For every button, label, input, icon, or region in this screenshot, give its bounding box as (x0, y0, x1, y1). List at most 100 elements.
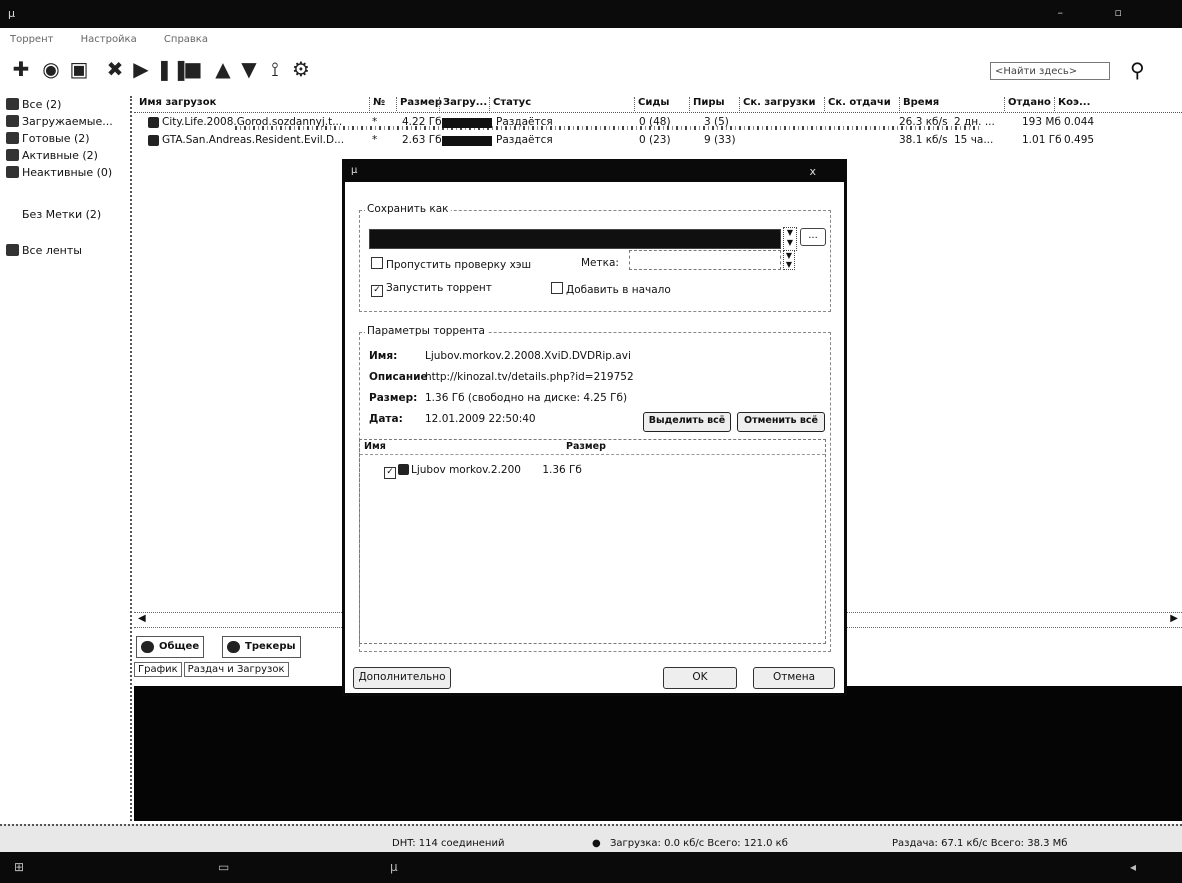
deselect-all-button[interactable]: Отменить всё (737, 412, 825, 432)
window-titlebar: µ – ▫ (0, 0, 1182, 28)
col-up-speed[interactable]: Ск. отдачи (824, 97, 891, 111)
stop-icon[interactable]: ■ (182, 58, 204, 80)
browse-button[interactable]: ... (800, 228, 826, 246)
torrent-name-info: Имя: Ljubov.morkov.2.2008.XviD.DVDRip.avi (369, 350, 631, 362)
up-icon[interactable]: ▲ (212, 58, 234, 80)
torrent-seeds: 0 (48) (639, 116, 671, 128)
download-icon (6, 115, 19, 127)
col-peers[interactable]: Пиры (689, 97, 725, 111)
tray-icon[interactable]: ◂ (1130, 860, 1136, 874)
remove-icon[interactable]: ✖ (104, 58, 126, 80)
subtab-transfers[interactable]: Раздач и Загрузок (183, 662, 289, 677)
download-status-icon: ● (592, 838, 601, 849)
torrent-uploaded: 193 Мб (1022, 116, 1061, 128)
col-seeds[interactable]: Сиды (634, 97, 669, 111)
select-all-button[interactable]: Выделить всё (643, 412, 731, 432)
cancel-button[interactable]: Отмена (753, 667, 835, 689)
ok-button[interactable]: OK (663, 667, 737, 689)
add-torrent-icon[interactable]: ✚ (10, 58, 32, 80)
window-controls[interactable]: – ▫ (1058, 6, 1146, 19)
upload-status: Раздача: 67.1 кб/с Всего: 38.3 Мб (892, 838, 1068, 849)
sidebar-item-all[interactable]: Все (2) (6, 98, 61, 111)
completed-icon (6, 132, 19, 144)
torrent-size: 4.22 Гб (402, 116, 442, 128)
torrent-eta: 15 ча... (954, 134, 994, 146)
torrent-status: Раздаётся (496, 116, 553, 128)
sidebar-item-no-label[interactable]: Без Метки (2) (22, 208, 101, 221)
save-path-combo[interactable] (369, 229, 781, 249)
advanced-button[interactable]: Дополнительно (353, 667, 451, 689)
menu-bar: Торрент Настройка Справка (0, 34, 1182, 52)
file-icon (398, 464, 409, 475)
add-url-icon[interactable]: ◉ (40, 58, 62, 80)
scroll-right-icon[interactable]: ▶ (1170, 613, 1178, 624)
chevron-down-icon[interactable]: ▼ ▼ (783, 250, 795, 270)
sidebar-item-completed[interactable]: Готовые (2) (6, 132, 90, 145)
tab-trackers[interactable]: Трекеры (222, 636, 301, 658)
torrent-ratio: 0.495 (1064, 134, 1095, 146)
sidebar-item-downloading[interactable]: Загружаемые... (6, 115, 113, 128)
table-row[interactable]: City.Life.2008.Gorod.sozdannyj.t... * 4.… (134, 115, 1182, 131)
add-torrent-dialog: µ x Сохранить как ▼ ▼ ... Пропустить пров… (342, 159, 847, 696)
scroll-left-icon[interactable]: ◀ (138, 613, 146, 624)
labels-label: Метка: (581, 257, 619, 269)
search-input[interactable]: <Найти здесь> (990, 62, 1110, 80)
col-name[interactable]: Имя загрузок (136, 97, 216, 111)
start-menu-icon[interactable]: ⊞ (14, 860, 24, 874)
col-num[interactable]: № (369, 97, 385, 111)
torrent-params-label: Параметры торрента (365, 325, 487, 337)
taskbar-utorrent-icon[interactable]: µ (390, 860, 398, 874)
taskbar-app-icon[interactable]: ▭ (218, 860, 229, 874)
start-torrent-checkbox[interactable]: ✓ Запустить торрент (371, 282, 492, 297)
info-icon (141, 641, 154, 653)
label-combo[interactable] (629, 250, 781, 270)
skip-hash-checkbox[interactable]: Пропустить проверку хэш (371, 257, 531, 271)
close-icon[interactable]: x (809, 165, 816, 178)
create-torrent-icon[interactable]: ▣ (68, 58, 90, 80)
add-top-checkbox[interactable]: Добавить в начало (551, 282, 671, 296)
torrent-num: * (372, 116, 378, 128)
search-icon[interactable]: ⚲ (1130, 58, 1145, 82)
table-row[interactable]: GTA.San.Andreas.Resident.Evil.D... * 2.6… (134, 133, 1182, 149)
sidebar-item-active[interactable]: Активные (2) (6, 149, 98, 162)
file-row[interactable]: ✓ Ljubov morkov.2.200 1.36 Гб (384, 464, 582, 479)
down-icon[interactable]: ▼ (238, 58, 260, 80)
torrent-table-header: Имя загрузок № Размер Загру... Статус Си… (134, 96, 1182, 113)
torrent-icon (148, 117, 159, 128)
col-status[interactable]: Статус (489, 97, 531, 111)
dialog-titlebar: µ x (345, 162, 844, 182)
col-eta[interactable]: Время (899, 97, 939, 111)
menu-settings[interactable]: Настройка (81, 34, 137, 45)
col-uploaded[interactable]: Отдано (1004, 97, 1051, 111)
checkmark-icon[interactable]: ✓ (384, 467, 396, 479)
graph-panel (134, 686, 1182, 821)
chevron-down-icon[interactable]: ▼ ▼ (783, 227, 797, 251)
save-as-label: Сохранить как (365, 203, 451, 215)
file-list-header: Имя Размер (360, 440, 825, 455)
sidebar-item-inactive[interactable]: Неактивные (0) (6, 166, 112, 179)
settings-icon[interactable]: ⚙ (290, 58, 312, 80)
col-size[interactable]: Размер (396, 97, 442, 111)
dht-status: DHT: 114 соединений (392, 838, 505, 849)
detail-tabs: Общее Трекеры (134, 636, 364, 658)
file-col-name[interactable]: Имя (364, 441, 386, 452)
rss-icon[interactable]: ⟟ (264, 58, 286, 80)
checkmark-icon: ✓ (371, 285, 383, 297)
col-ratio[interactable]: Коэ... (1054, 97, 1090, 111)
tab-general[interactable]: Общее (136, 636, 205, 658)
start-icon[interactable]: ▶ (130, 58, 152, 80)
sidebar: Все (2) Загружаемые... Готовые (2) Актив… (0, 96, 132, 821)
menu-torrent[interactable]: Торрент (10, 34, 53, 45)
file-col-size[interactable]: Размер (566, 441, 606, 452)
subtab-graph[interactable]: График (134, 662, 182, 677)
col-down-speed[interactable]: Ск. загрузки (739, 97, 815, 111)
pause-icon[interactable]: ❚❚ (156, 58, 190, 80)
sidebar-item-all-feeds[interactable]: Все ленты (6, 244, 82, 257)
menu-help[interactable]: Справка (164, 34, 208, 45)
torrent-peers: 3 (5) (704, 116, 729, 128)
rss-feed-icon (6, 244, 19, 256)
dialog-title: µ (351, 165, 358, 176)
checkbox-icon (551, 282, 563, 294)
col-done[interactable]: Загру... (439, 97, 487, 111)
torrent-date-info: Дата: 12.01.2009 22:50:40 (369, 413, 536, 425)
